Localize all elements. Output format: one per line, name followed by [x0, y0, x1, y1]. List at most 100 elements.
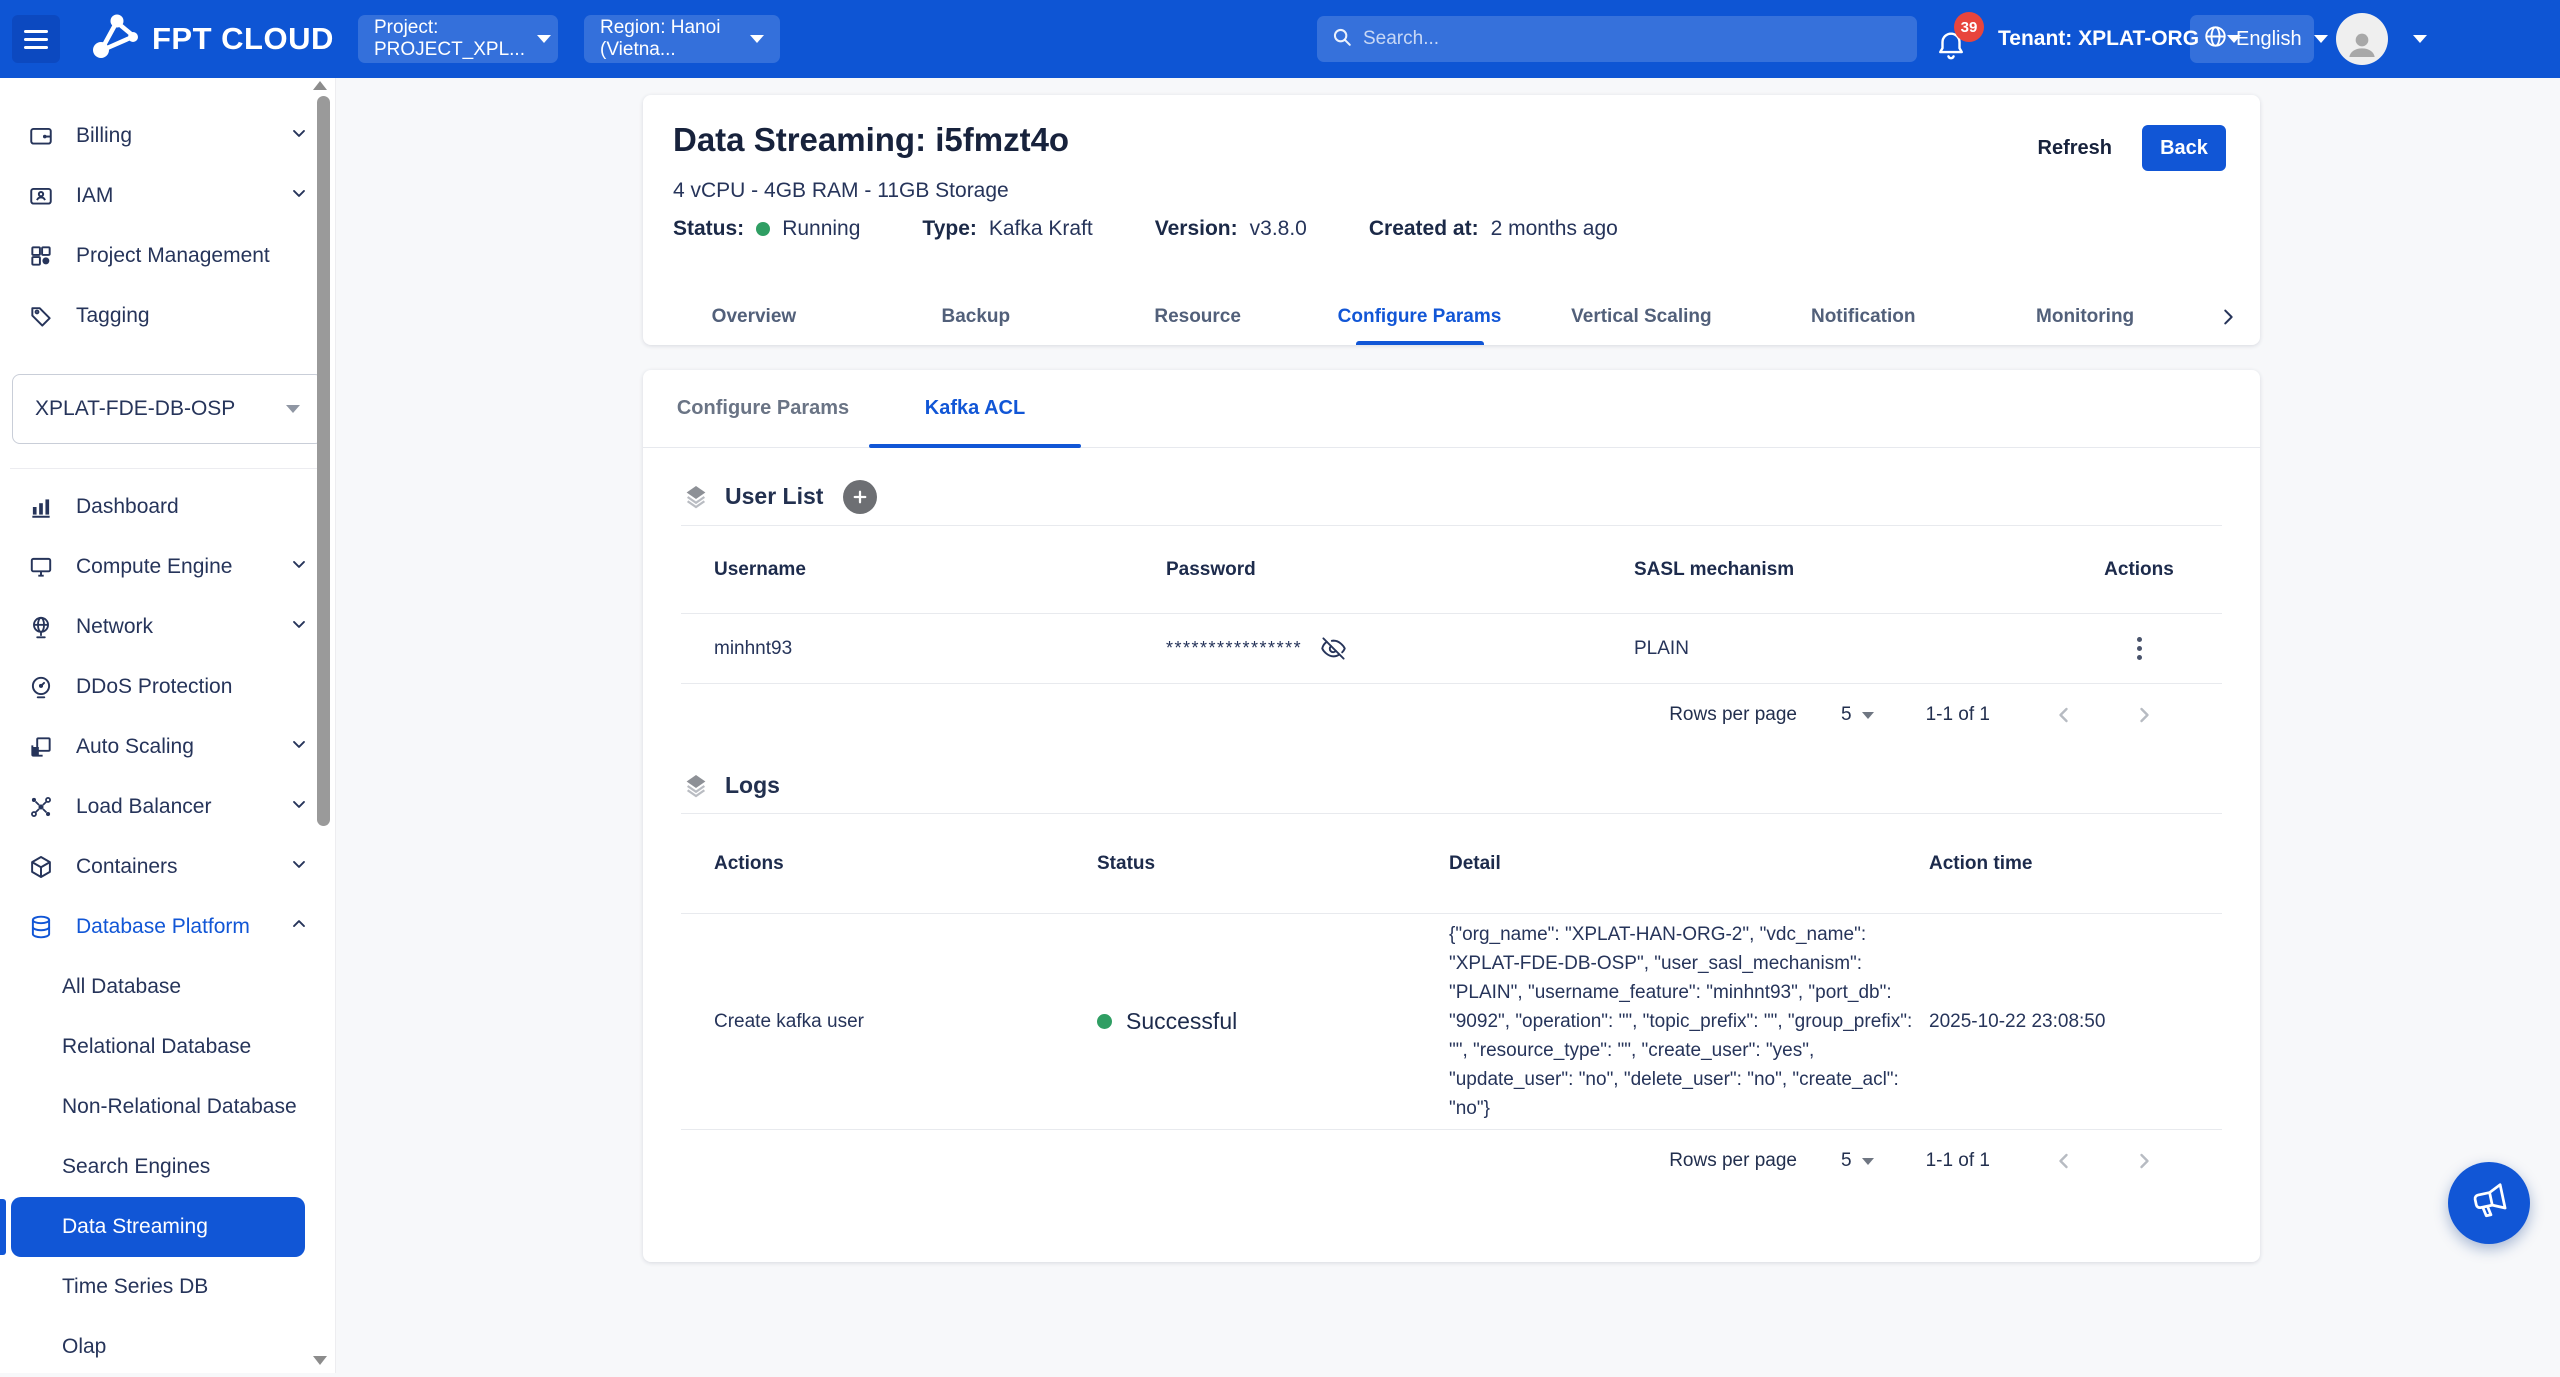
column-header-sasl-mechanism: SASL mechanism — [1601, 559, 2056, 581]
rows-per-page-select[interactable]: 5 — [1841, 704, 1874, 726]
version-label: Version: — [1155, 217, 1238, 241]
sidebar-item-all-database[interactable]: All Database — [0, 957, 335, 1017]
user-menu[interactable] — [2336, 13, 2427, 65]
nodes-icon — [28, 794, 54, 820]
add-user-button[interactable] — [843, 480, 877, 514]
logo-text: FPT CLOUD — [152, 21, 334, 57]
database-icon — [28, 914, 54, 940]
tab-configure-params[interactable]: Configure Params — [1309, 289, 1531, 345]
version-field: Version: v3.8.0 — [1155, 217, 1307, 241]
tab-vertical-scaling[interactable]: Vertical Scaling — [1530, 289, 1752, 345]
user-list-pagination: Rows per page 5 1-1 of 1 — [681, 684, 2222, 746]
caret-down-icon — [750, 35, 764, 43]
user-list-header: User List — [681, 468, 2222, 526]
type-field: Type: Kafka Kraft — [922, 217, 1092, 241]
fpt-cloud-logo-icon — [88, 10, 142, 69]
logs-section: Logs Actions Status Detail Action time C… — [643, 758, 2260, 1192]
project-dropdown[interactable]: Project: PROJECT_XPL... — [358, 15, 558, 63]
sidebar-item-label: Billing — [76, 124, 132, 148]
next-page-button[interactable] — [2132, 703, 2156, 727]
chevron-down-icon — [289, 734, 309, 760]
sidebar-item-label: Containers — [76, 855, 178, 879]
tab-monitoring[interactable]: Monitoring — [1974, 289, 2196, 345]
subtab-kafka-acl[interactable]: Kafka ACL — [869, 370, 1081, 447]
chevron-down-icon — [289, 614, 309, 640]
subtab-configure-params[interactable]: Configure Params — [657, 370, 869, 447]
id-card-icon — [28, 183, 54, 209]
tab-overview[interactable]: Overview — [643, 289, 865, 345]
globe-icon — [2202, 23, 2229, 56]
tab-backup[interactable]: Backup — [865, 289, 1087, 345]
avatar — [2336, 13, 2388, 65]
sidebar-item-data-streaming[interactable]: Data Streaming — [11, 1197, 305, 1257]
previous-page-button[interactable] — [2052, 703, 2076, 727]
sidebar-item-containers[interactable]: Containers — [0, 837, 335, 897]
notifications-button[interactable]: 39 — [1932, 12, 1994, 70]
language-dropdown[interactable]: English — [2190, 15, 2314, 63]
layered-squares-icon — [28, 734, 54, 760]
next-page-button[interactable] — [2132, 1149, 2156, 1173]
sidebar-item-label: Network — [76, 615, 153, 639]
scrollbar-down-arrow[interactable] — [313, 1356, 327, 1365]
sidebar-item-label: Database Platform — [76, 915, 250, 939]
sidebar-item-ddos-protection[interactable]: DDoS Protection — [0, 657, 335, 717]
sidebar-item-auto-scaling[interactable]: Auto Scaling — [0, 717, 335, 777]
sidebar-item-billing[interactable]: Billing — [0, 106, 335, 166]
caret-down-icon — [537, 35, 551, 43]
sidebar-item-load-balancer[interactable]: Load Balancer — [0, 777, 335, 837]
toggle-password-visibility-button[interactable] — [1320, 635, 1347, 662]
sidebar-item-compute-engine[interactable]: Compute Engine — [0, 537, 335, 597]
back-button[interactable]: Back — [2142, 125, 2226, 171]
sidebar-item-relational-database[interactable]: Relational Database — [0, 1017, 335, 1077]
refresh-button[interactable]: Refresh — [2038, 137, 2112, 160]
sidebar-item-non-relational-database[interactable]: Non-Relational Database — [0, 1077, 335, 1137]
globe-stand-icon — [28, 614, 54, 640]
sidebar-item-label: Time Series DB — [62, 1275, 208, 1299]
vdc-selector-dropdown[interactable]: XPLAT-FDE-DB-OSP — [12, 374, 323, 444]
sidebar-item-label: Olap — [62, 1335, 106, 1359]
menu-hamburger-button[interactable] — [12, 15, 60, 63]
page-title: Data Streaming: i5fmzt4o — [673, 121, 1069, 159]
sidebar-item-label: Relational Database — [62, 1035, 251, 1059]
log-action-time-cell: 2025-10-22 23:08:50 — [1896, 1011, 2222, 1033]
sidebar-item-olap[interactable]: Olap — [0, 1317, 335, 1377]
project-dropdown-label: Project: PROJECT_XPL... — [374, 17, 525, 61]
status-field: Status: Running — [673, 217, 860, 241]
tab-resource[interactable]: Resource — [1087, 289, 1309, 345]
sidebar-item-label: Load Balancer — [76, 795, 211, 819]
detail-tabs: Overview Backup Resource Configure Param… — [643, 289, 2260, 345]
column-header-username: Username — [681, 559, 1133, 581]
announcement-fab[interactable] — [2448, 1162, 2530, 1244]
person-icon — [2342, 25, 2382, 65]
sidebar-item-dashboard[interactable]: Dashboard — [0, 477, 335, 537]
chevron-left-icon — [2052, 1149, 2076, 1173]
sidebar-item-label: IAM — [76, 184, 113, 208]
sidebar-item-time-series-db[interactable]: Time Series DB — [0, 1257, 335, 1317]
caret-down-icon — [2413, 35, 2427, 43]
chevron-up-icon — [289, 914, 309, 940]
status-dot-green — [1097, 1014, 1112, 1029]
previous-page-button[interactable] — [2052, 1149, 2076, 1173]
sidebar-item-network[interactable]: Network — [0, 597, 335, 657]
logs-table-header: Actions Status Detail Action time — [681, 814, 2222, 914]
row-actions-menu-button[interactable] — [2137, 637, 2142, 660]
column-header-action-time: Action time — [1896, 853, 2222, 875]
sidebar-item-database-platform[interactable]: Database Platform — [0, 897, 335, 957]
sidebar-item-search-engines[interactable]: Search Engines — [0, 1137, 335, 1197]
sidebar-item-iam[interactable]: IAM — [0, 166, 335, 226]
rows-per-page-select[interactable]: 5 — [1841, 1150, 1874, 1172]
search-input[interactable] — [1363, 28, 1903, 50]
scrollbar-up-arrow[interactable] — [313, 81, 327, 90]
sidebar-item-label: DDoS Protection — [76, 675, 232, 699]
plus-icon — [851, 488, 869, 506]
tabs-overflow-button[interactable] — [2196, 289, 2260, 345]
tag-icon — [28, 303, 54, 329]
sidebar-item-tagging[interactable]: Tagging — [0, 286, 335, 346]
region-dropdown[interactable]: Region: Hanoi (Vietna... — [584, 15, 780, 63]
search-bar[interactable] — [1317, 16, 1917, 62]
tab-notification[interactable]: Notification — [1752, 289, 1974, 345]
megaphone-icon — [2467, 1181, 2511, 1225]
chevron-right-icon — [2132, 703, 2156, 727]
sidebar-item-project-management[interactable]: Project Management — [0, 226, 335, 286]
sidebar-scrollbar-thumb[interactable] — [317, 96, 330, 826]
